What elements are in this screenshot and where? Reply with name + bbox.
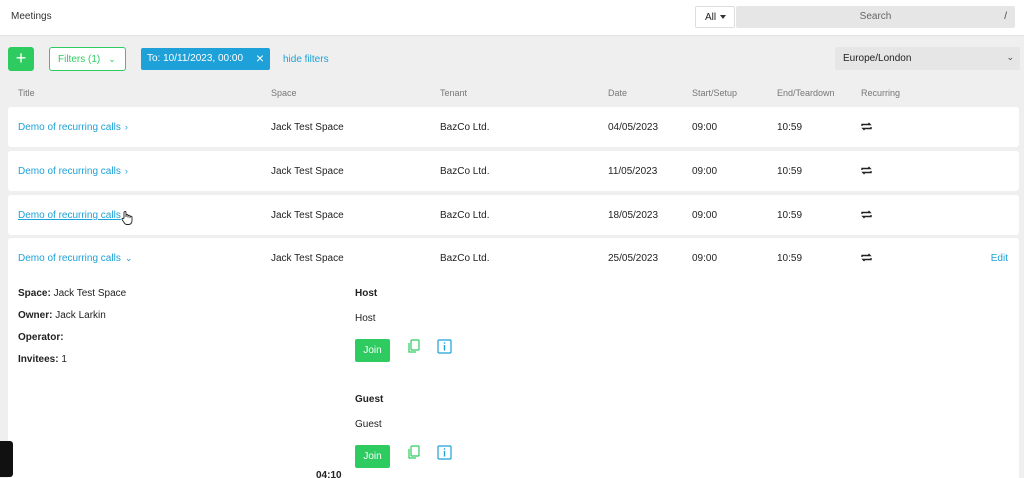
edit-link[interactable]: Edit	[991, 253, 1008, 264]
meeting-title-link[interactable]: Demo of recurring calls	[18, 210, 121, 221]
column-header-end[interactable]: End/Teardown	[777, 88, 835, 98]
close-icon[interactable]: ×	[256, 50, 264, 66]
caret-down-icon	[720, 15, 727, 20]
detail-invitees-label: Invitees:	[18, 354, 59, 365]
column-header-space[interactable]: Space	[271, 88, 297, 98]
tenant-cell: BazCo Ltd.	[440, 166, 490, 177]
top-bar: Meetings All Search /	[0, 0, 1024, 36]
meeting-title-link[interactable]: Demo of recurring calls ›	[18, 122, 128, 133]
start-cell: 09:00	[692, 253, 718, 264]
search-input[interactable]: Search /	[736, 6, 1015, 28]
info-icon[interactable]	[437, 339, 452, 354]
tenant-cell: BazCo Ltd.	[440, 122, 490, 133]
space-cell: Jack Test Space	[271, 166, 344, 177]
timezone-value: Europe/London	[843, 53, 912, 64]
guest-subtitle: Guest	[355, 419, 382, 430]
repeat-icon	[861, 253, 872, 262]
filters-button[interactable]: Filters (1) ⌄	[49, 47, 126, 71]
hand-cursor-icon	[121, 211, 133, 225]
start-cell: 09:00	[692, 166, 718, 177]
column-header-title[interactable]: Title	[18, 88, 35, 98]
meeting-title-link[interactable]: Demo of recurring calls ⌄	[18, 253, 132, 264]
detail-invitees: Invitees: 1	[18, 354, 67, 365]
add-meeting-button[interactable]: +	[8, 47, 34, 71]
meeting-title: Demo of recurring calls	[18, 210, 121, 221]
table-row[interactable]: Demo of recurring calls Jack Test Space …	[8, 195, 1019, 235]
repeat-icon	[861, 166, 872, 175]
meeting-title: Demo of recurring calls	[18, 122, 121, 133]
date-cell: 11/05/2023	[608, 166, 658, 177]
end-cell: 10:59	[777, 210, 803, 221]
plus-icon: +	[15, 48, 27, 68]
repeat-icon	[861, 210, 872, 219]
side-handle[interactable]	[0, 441, 13, 477]
detail-space: Space: Jack Test Space	[18, 288, 126, 299]
expanded-meeting-row[interactable]: Demo of recurring calls ⌄ Jack Test Space…	[8, 238, 1019, 478]
guest-join-button[interactable]: Join	[355, 445, 390, 468]
detail-owner-label: Owner:	[18, 310, 53, 321]
info-icon[interactable]	[437, 445, 452, 460]
column-header-recurring[interactable]: Recurring	[861, 88, 900, 98]
end-cell: 10:59	[777, 253, 803, 264]
repeat-icon	[861, 122, 872, 131]
detail-owner: Owner: Jack Larkin	[18, 310, 106, 321]
search-shortcut: /	[1004, 11, 1007, 22]
column-header-date[interactable]: Date	[608, 88, 627, 98]
detail-owner-value: Jack Larkin	[55, 310, 106, 321]
timezone-select[interactable]: Europe/London ⌄	[835, 47, 1020, 70]
scope-dropdown[interactable]: All	[695, 6, 735, 28]
search-placeholder: Search	[859, 11, 892, 22]
chevron-right-icon: ›	[124, 166, 128, 176]
partial-time-label: 04:10	[316, 470, 342, 478]
tenant-cell: BazCo Ltd.	[440, 253, 490, 264]
hide-filters-link[interactable]: hide filters	[283, 54, 329, 65]
date-cell: 04/05/2023	[608, 122, 659, 133]
chevron-down-icon: ⌄	[1006, 52, 1014, 62]
copy-icon[interactable]	[407, 339, 421, 354]
page-title: Meetings	[11, 11, 52, 22]
space-cell: Jack Test Space	[271, 253, 344, 264]
column-header-start[interactable]: Start/Setup	[692, 88, 737, 98]
scope-label: All	[705, 12, 717, 23]
start-cell: 09:00	[692, 122, 718, 133]
meeting-title-link[interactable]: Demo of recurring calls ›	[18, 166, 128, 177]
host-title: Host	[355, 288, 378, 299]
chevron-down-icon: ⌄	[108, 54, 116, 64]
host-subtitle: Host	[355, 313, 376, 324]
detail-invitees-value: 1	[61, 354, 67, 365]
detail-space-label: Space:	[18, 288, 51, 299]
date-cell: 18/05/2023	[608, 210, 659, 221]
end-cell: 10:59	[777, 166, 803, 177]
detail-space-value: Jack Test Space	[53, 288, 127, 299]
column-header-tenant[interactable]: Tenant	[440, 88, 467, 98]
host-join-button[interactable]: Join	[355, 339, 390, 362]
copy-icon[interactable]	[407, 445, 421, 460]
filter-chip-label: To: 10/11/2023, 00:00	[147, 53, 244, 64]
date-cell: 25/05/2023	[608, 253, 659, 264]
meeting-title: Demo of recurring calls	[18, 166, 121, 177]
end-cell: 10:59	[777, 122, 803, 133]
detail-operator-label: Operator:	[18, 332, 64, 343]
table-row[interactable]: Demo of recurring calls › Jack Test Space…	[8, 151, 1019, 191]
meeting-title: Demo of recurring calls	[18, 253, 121, 264]
chevron-right-icon: ›	[124, 122, 128, 132]
guest-title: Guest	[355, 394, 384, 405]
detail-operator: Operator:	[18, 332, 64, 343]
table-row[interactable]: Demo of recurring calls › Jack Test Space…	[8, 107, 1019, 147]
space-cell: Jack Test Space	[271, 122, 344, 133]
start-cell: 09:00	[692, 210, 718, 221]
filters-label: Filters (1)	[58, 54, 101, 65]
tenant-cell: BazCo Ltd.	[440, 210, 490, 221]
filter-chip-to-date[interactable]: To: 10/11/2023, 00:00 ×	[141, 48, 270, 70]
space-cell: Jack Test Space	[271, 210, 344, 221]
chevron-down-icon: ⌄	[124, 253, 133, 263]
